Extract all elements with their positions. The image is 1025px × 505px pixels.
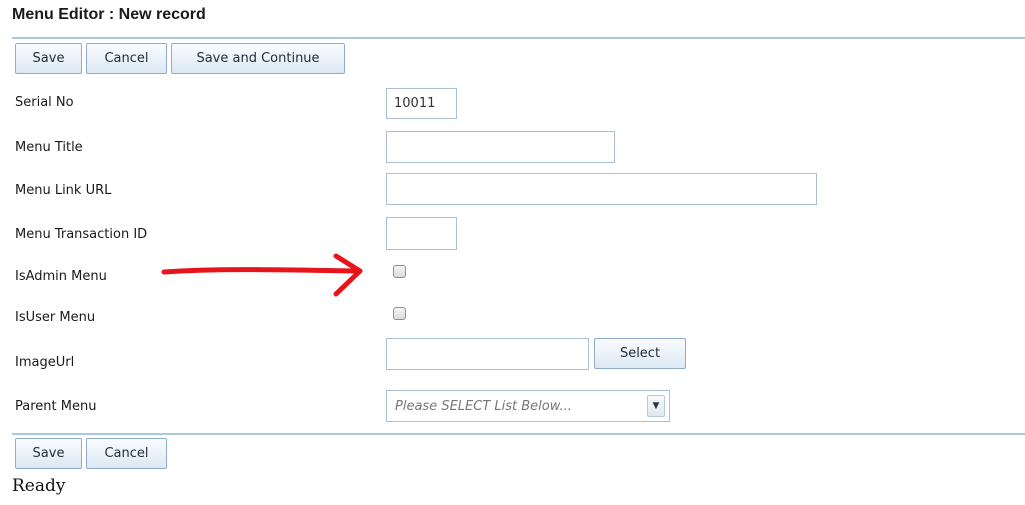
save-and-continue-button[interactable]: Save and Continue	[171, 43, 345, 74]
bottom-cancel-button[interactable]: Cancel	[86, 438, 167, 469]
parent-menu-placeholder: Please SELECT List Below...	[395, 398, 572, 414]
is-admin-menu-label: IsAdmin Menu	[15, 269, 107, 284]
serial-no-input[interactable]	[394, 89, 449, 118]
top-divider	[12, 37, 1025, 39]
is-user-menu-checkbox[interactable]	[393, 307, 406, 320]
page-title: Menu Editor : New record	[12, 6, 206, 23]
menu-link-url-input[interactable]	[394, 174, 809, 204]
status-text: Ready	[12, 476, 66, 496]
save-button[interactable]: Save	[15, 43, 82, 74]
menu-editor-page: Menu Editor : New record Save Cancel Sav…	[0, 0, 1025, 505]
bottom-save-button[interactable]: Save	[15, 438, 82, 469]
menu-link-url-field[interactable]	[386, 173, 817, 205]
menu-transaction-id-label: Menu Transaction ID	[15, 227, 148, 242]
chevron-down-icon[interactable]: ▼	[647, 395, 665, 417]
menu-title-label: Menu Title	[15, 140, 83, 155]
menu-link-url-label: Menu Link URL	[15, 183, 112, 198]
bottom-toolbar: Save Cancel	[15, 438, 167, 469]
is-user-menu-label: IsUser Menu	[15, 310, 96, 325]
parent-menu-label: Parent Menu	[15, 399, 97, 414]
image-url-input[interactable]	[394, 339, 581, 369]
select-image-button[interactable]: Select	[594, 338, 686, 369]
serial-no-field[interactable]	[386, 88, 457, 119]
menu-transaction-id-field[interactable]	[386, 217, 457, 250]
serial-no-label: Serial No	[15, 95, 74, 110]
image-url-field[interactable]	[386, 338, 589, 370]
is-admin-menu-checkbox[interactable]	[393, 265, 406, 278]
image-url-label: ImageUrl	[15, 355, 75, 370]
parent-menu-dropdown[interactable]: Please SELECT List Below... ▼	[386, 390, 670, 422]
top-toolbar: Save Cancel Save and Continue	[15, 43, 345, 74]
menu-title-field[interactable]	[386, 131, 615, 163]
red-arrow-annotation	[161, 253, 363, 297]
bottom-divider	[12, 433, 1025, 435]
menu-title-input[interactable]	[394, 132, 607, 162]
cancel-button[interactable]: Cancel	[86, 43, 167, 74]
menu-transaction-id-input[interactable]	[394, 218, 449, 249]
